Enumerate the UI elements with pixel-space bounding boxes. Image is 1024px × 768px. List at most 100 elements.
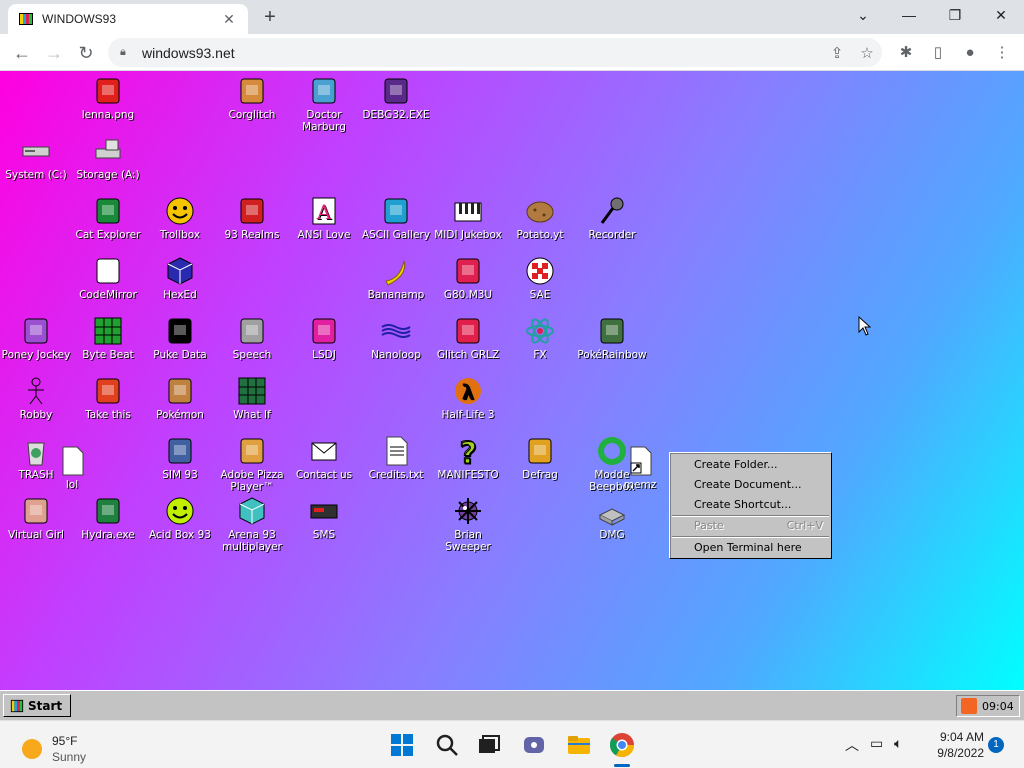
desktop-icon[interactable]: ? MANIFESTO	[432, 435, 504, 482]
desktop-icon[interactable]: λ Half-Life 3	[432, 375, 504, 421]
close-window-icon[interactable]: ✕	[978, 0, 1024, 30]
desktop-icon[interactable]: Trollbox	[144, 195, 216, 241]
desktop-icon[interactable]: Arena 93 multiplayer	[216, 495, 288, 553]
desktop-icon[interactable]: Speech	[216, 315, 288, 361]
search-icon[interactable]	[433, 731, 461, 759]
desktop-icon[interactable]: DEBG32.EXE	[360, 75, 432, 121]
desktop-icon[interactable]: lenna.png	[72, 75, 144, 121]
desktop-icon[interactable]: Virtual Girl	[0, 495, 72, 541]
letter-a-icon: A	[312, 197, 336, 225]
desktop-icon[interactable]: memz	[604, 445, 676, 491]
desktop-icon[interactable]: SAE	[504, 255, 576, 301]
desktop-icon[interactable]: Glitch GRLZ	[432, 315, 504, 361]
menu-item-open-terminal[interactable]: Open Terminal here	[672, 538, 829, 558]
desktop-icon[interactable]: A ANSI Love	[288, 195, 360, 241]
desktop-icon[interactable]: Defrag	[504, 435, 576, 481]
volume-icon[interactable]: 🔈︎	[894, 735, 902, 752]
desktop-icon[interactable]: Storage (A:)	[72, 135, 144, 181]
minimize-icon[interactable]: —	[886, 0, 932, 30]
task-view-icon[interactable]	[475, 731, 503, 759]
network-icon[interactable]: ▭	[870, 735, 883, 752]
mouse-cursor-icon	[858, 316, 872, 336]
desktop-icon[interactable]: DMG	[576, 495, 648, 541]
stick-figure-icon	[28, 377, 44, 405]
desktop-icon[interactable]: System (C:)	[0, 135, 72, 181]
start-button[interactable]: Start	[3, 694, 71, 717]
desktop-icon[interactable]: SIM 93	[144, 435, 216, 481]
desktop-icon[interactable]: HexEd	[144, 255, 216, 301]
menu-kebab-icon[interactable]: ⋮	[988, 39, 1016, 67]
desktop-icon[interactable]: Robby	[0, 375, 72, 421]
windows-start-icon[interactable]	[388, 731, 416, 759]
desktop-icon[interactable]: Corglitch	[216, 75, 288, 121]
file-explorer-icon[interactable]	[565, 731, 593, 759]
desktop-icon[interactable]: Puke Data	[144, 315, 216, 361]
desktop-icon[interactable]: Contact us	[288, 435, 360, 481]
menu-item-create-document[interactable]: Create Document...	[672, 475, 829, 495]
desktop-icon-label: MANIFESTO	[437, 469, 499, 481]
side-panel-icon[interactable]: ▯	[924, 39, 952, 67]
desktop-icon[interactable]: LSDJ	[288, 315, 360, 361]
desktop-icon[interactable]: SMS	[288, 495, 360, 541]
desktop-icon[interactable]: What If	[216, 375, 288, 421]
share-icon[interactable]: ⇪	[822, 44, 852, 62]
notification-badge[interactable]: 1	[988, 737, 1004, 753]
chat-icon[interactable]	[520, 731, 548, 759]
desktop-icon[interactable]: Take this	[72, 375, 144, 421]
extensions-puzzle-icon[interactable]: ✱	[892, 39, 920, 67]
desktop-icon[interactable]: PokéRainbow	[576, 315, 648, 361]
address-bar[interactable]: 🔒︎ windows93.net ⇪ ☆	[108, 38, 882, 67]
desktop-icon-label: System (C:)	[5, 169, 67, 181]
desktop-icon[interactable]: Byte Beat	[72, 315, 144, 361]
back-arrow-icon[interactable]: ←	[8, 39, 36, 67]
forward-arrow-icon[interactable]: →	[40, 39, 68, 67]
desktop-icon-label: Bananamp	[367, 289, 425, 301]
desktop-icon[interactable]: Adobe Pizza Player™	[216, 435, 288, 493]
desktop-icon[interactable]: Poney Jockey	[0, 315, 72, 361]
desktop-icon[interactable]: Recorder	[576, 195, 648, 241]
gameboy-icon	[312, 318, 336, 344]
desktop-icon[interactable]: FX	[504, 315, 576, 361]
lambda-icon: λ	[455, 378, 481, 404]
desktop-icon[interactable]: Hydra.exe	[72, 495, 144, 541]
system-clock[interactable]: 9:04 AM 9/8/2022	[922, 729, 984, 761]
weather-widget[interactable]: 95°F Sunny	[22, 733, 86, 765]
desktop-icon[interactable]: Doctor Marburg	[288, 75, 360, 133]
dragon-icon	[240, 198, 264, 224]
chrome-icon[interactable]	[608, 731, 636, 759]
desktop-icon[interactable]: Bananamp	[360, 255, 432, 301]
desktop-icon[interactable]: lol	[36, 445, 108, 491]
bookmark-star-icon[interactable]: ☆	[852, 44, 882, 62]
blank-file-icon	[62, 446, 84, 476]
desktop-icon[interactable]: 93 Realms	[216, 195, 288, 241]
tab-search-chevron-icon[interactable]: ⌄	[840, 0, 886, 30]
desktop-icon[interactable]: ASCII Gallery	[360, 195, 432, 241]
desktop-icon[interactable]: Pokémon	[144, 375, 216, 421]
desktop-icon[interactable]: MIDI Jukebox	[432, 195, 504, 241]
profile-avatar-icon[interactable]: ●	[956, 39, 984, 67]
menu-item-create-shortcut[interactable]: Create Shortcut...	[672, 495, 829, 515]
restore-icon[interactable]: ❐	[932, 0, 978, 30]
menu-item-create-folder[interactable]: Create Folder...	[672, 455, 829, 475]
desktop-icon[interactable]: Nanoloop	[360, 315, 432, 361]
desktop-icon[interactable]: Acid Box 93	[144, 495, 216, 541]
browser-tab[interactable]: WINDOWS93 ✕	[8, 4, 248, 34]
desktop-icon[interactable]: Cat Explorer	[72, 195, 144, 241]
windows93-desktop[interactable]: lenna.png Corglitch Doctor Marburg DEBG32.E…	[0, 71, 1024, 690]
clock-time: 9:04 AM	[939, 730, 984, 744]
desktop-icon-label: Speech	[232, 349, 272, 361]
desktop-icon-label: SIM 93	[162, 469, 198, 481]
desktop-icon-label: PokéRainbow	[577, 349, 647, 361]
reload-icon[interactable]: ↻	[72, 39, 100, 67]
chevron-up-icon[interactable]: ︿	[845, 735, 859, 755]
desktop-icon-label: SAE	[529, 289, 551, 301]
close-tab-icon[interactable]: ✕	[220, 11, 238, 28]
desktop-icon[interactable]: CodeMirror	[72, 255, 144, 301]
desktop-icon[interactable]: Credits.txt	[360, 435, 432, 481]
desktop-icon-label: FX	[533, 349, 547, 361]
rss-icon[interactable]	[961, 698, 977, 714]
desktop-icon[interactable]: Brian Sweeper	[432, 495, 504, 553]
desktop-icon[interactable]: G80.M3U	[432, 255, 504, 301]
desktop-icon[interactable]: Potato.yt	[504, 195, 576, 241]
new-tab-button[interactable]: +	[258, 6, 282, 30]
